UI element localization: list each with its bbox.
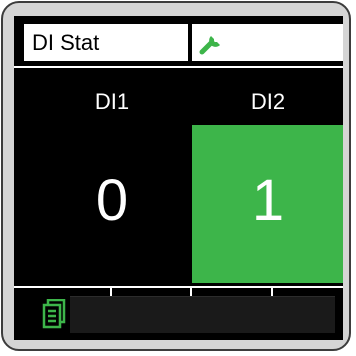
- footer-divider: [14, 286, 343, 288]
- footer-bar: [70, 296, 335, 333]
- display-screen: DI Stat DI1 DI2 0 1: [14, 16, 343, 340]
- header-divider: [14, 66, 343, 68]
- di2-value: 1: [251, 168, 285, 233]
- di2-label: DI2: [250, 89, 286, 114]
- header-bar: DI Stat: [14, 16, 343, 66]
- document-icon[interactable]: [42, 299, 66, 329]
- settings-button[interactable]: [192, 24, 343, 61]
- di1-value: 0: [95, 168, 129, 233]
- di1-label: DI1: [94, 89, 130, 114]
- wrench-icon: [199, 36, 220, 55]
- screen-title: DI Stat: [24, 24, 188, 61]
